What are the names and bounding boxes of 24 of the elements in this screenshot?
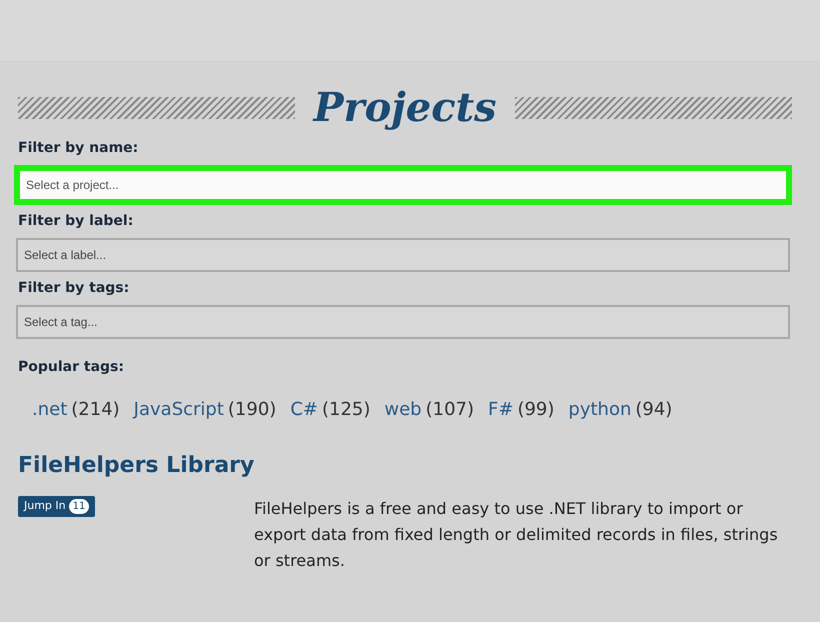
- project-description: FileHelpers is a free and easy to use .NET library to import or export data from fixed length or delimited records in files, strings or streams.: [254, 498, 779, 572]
- tag-link[interactable]: python: [568, 396, 632, 423]
- tag-count: (125): [322, 398, 370, 422]
- tag-link[interactable]: web: [384, 396, 422, 423]
- tag-count: (94): [635, 398, 672, 422]
- tag-link[interactable]: JavaScript: [134, 396, 224, 423]
- select-field[interactable]: Select a tag...: [16, 305, 790, 339]
- popular-tags-label: Popular tags:: [18, 358, 125, 377]
- select-field[interactable]: Select a project...: [14, 165, 792, 205]
- filter-label: Filter by tags:: [18, 279, 130, 298]
- tag-link[interactable]: C#: [290, 396, 318, 423]
- page-title: Projects: [313, 84, 497, 132]
- tag-count: (214): [71, 398, 120, 422]
- filter-label: Filter by name:: [18, 139, 140, 158]
- tag-count: (107): [426, 398, 474, 422]
- select-field[interactable]: Select a label...: [16, 238, 790, 272]
- tag-link[interactable]: .net: [32, 396, 68, 423]
- filter-label: Filter by label:: [18, 212, 134, 231]
- tag-link[interactable]: F#: [488, 396, 514, 423]
- project-title[interactable]: FileHelpers Library: [18, 449, 792, 482]
- jump-in-button[interactable]: Jump In 11: [18, 496, 96, 516]
- tag-count: (190): [228, 398, 276, 422]
- count-badge: 11: [68, 498, 90, 514]
- tag-count: (99): [517, 398, 554, 422]
